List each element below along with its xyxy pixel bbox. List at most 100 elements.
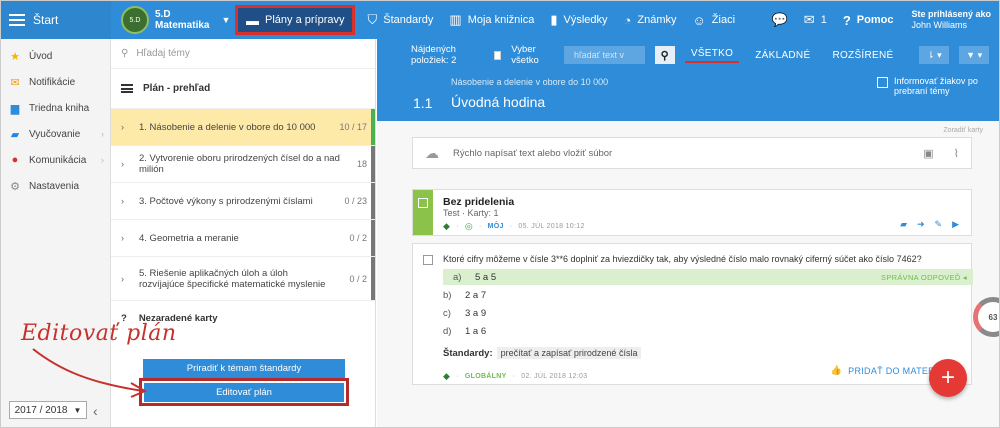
class-selector[interactable]: 5.D 5.D Matematika ▼ (121, 6, 231, 34)
topic-status-bar (371, 146, 375, 182)
annotation-arrow (32, 348, 148, 398)
class-avatar: 5.D (121, 6, 149, 34)
chevron-right-icon: › (121, 122, 124, 132)
topic-item[interactable]: › 4. Geometria a meranie 0 / 2 (111, 220, 375, 257)
topic-item[interactable]: › 5. Riešenie aplikačných úloh a úloh ro… (111, 257, 375, 301)
topic-count: 0 / 2 (349, 233, 367, 243)
topic-item[interactable]: › 2. Vytvorenie oboru prirodzených čísel… (111, 146, 375, 183)
inform-checkbox[interactable] (877, 77, 888, 88)
nav-standards-label: Štandardy (383, 14, 434, 26)
book-icon: ▆ (10, 102, 20, 115)
folder-icon[interactable]: ▰ (900, 219, 907, 230)
sidebar-item-label: Notifikácie (29, 76, 76, 88)
topic-name: 5. Riešenie aplikačných úloh a úloh rozv… (139, 267, 326, 290)
lesson-topic: Násobenie a delenie v obore do 10 000 (451, 77, 609, 87)
tag-icon: ◆ (443, 371, 451, 381)
collapse-sidebar-button[interactable]: ‹ (93, 403, 98, 419)
card-checkbox[interactable] (418, 198, 428, 208)
gear-icon: ⚙ (10, 180, 20, 193)
chevron-right-icon: › (101, 129, 104, 139)
chat-button[interactable]: 💬 (764, 1, 796, 39)
standards-row: Štandardy: prečítať a zapísať prirodzené… (443, 347, 642, 359)
list-icon (121, 84, 133, 93)
nav-plans[interactable]: ▬ Plány a prípravy (235, 5, 356, 35)
assign-icon[interactable]: ➜ (917, 219, 925, 230)
sort-icon: ⇂ ▾ (927, 49, 942, 60)
topic-item[interactable]: › 3. Počtové výkony s prirodzenými čísla… (111, 183, 375, 220)
inform-students-toggle[interactable]: Informovať žiakov po prebraní témy (877, 76, 978, 96)
card-scope: GLOBÁLNY (464, 373, 507, 380)
nav-grades[interactable]: ◔ Známky (616, 1, 685, 39)
select-all-checkbox[interactable] (493, 50, 502, 60)
paperclip-icon[interactable]: ⌇ (954, 147, 959, 160)
edit-plan-button[interactable]: Editovať plán (144, 382, 344, 402)
globe-icon: ◎ (464, 221, 474, 231)
play-icon[interactable]: ▶ (952, 219, 959, 230)
sidebar-item-classbook[interactable]: ▆ Triedna kniha (1, 95, 110, 121)
card-body: Bez pridelenia Test · Karty: 1 ◆ · ◎ · M… (433, 190, 971, 235)
star-icon: ★ (10, 50, 20, 63)
tab-basic[interactable]: ZÁKLADNÉ (749, 50, 816, 61)
progress-ring[interactable]: 63 (973, 297, 999, 337)
nav-library[interactable]: ▥ Moja knižnica (441, 1, 542, 39)
assign-standards-button[interactable]: Priradiť k témam štandardy (143, 359, 345, 378)
school-year-select[interactable]: 2017 / 2018 ▼ (9, 401, 87, 419)
lesson-title: Úvodná hodina (451, 94, 546, 110)
test-card[interactable]: Bez pridelenia Test · Karty: 1 ◆ · ◎ · M… (412, 189, 972, 236)
topic-count: 10 / 17 (339, 122, 367, 132)
sort-cards-hint: Zoradiť karty (943, 127, 983, 134)
card-actions: ▰ ➜ ✎ ▶ (900, 219, 959, 230)
nav-standards[interactable]: ⛉ Štandardy (359, 1, 441, 39)
filter-button[interactable]: ▼ ▾ (959, 46, 990, 64)
sidebar-item-home[interactable]: ★ Úvod (1, 43, 110, 69)
pencil-icon[interactable]: ✎ (935, 219, 943, 230)
search-icon[interactable]: ⚲ (654, 46, 675, 64)
found-count: Nájdených položiek: 2 (411, 44, 457, 66)
start-button[interactable]: Štart (1, 1, 111, 39)
user-menu[interactable]: Ste prihlásený ako John Williams (901, 9, 999, 31)
card-owner: MÔJ (487, 223, 504, 230)
edit-plan-highlight: Editovať plán (139, 378, 349, 406)
sort-button[interactable]: ⇂ ▾ (919, 46, 950, 64)
topic-status-bar (371, 257, 375, 300)
filter-search-placeholder: hľadať text v (574, 50, 625, 60)
question-card[interactable]: Ktoré cifry môžeme v čísle 3**6 doplniť … (412, 243, 973, 385)
topic-item[interactable]: › 1. Násobenie a delenie v obore do 10 0… (111, 109, 375, 146)
sidebar-item-label: Komunikácia (29, 154, 87, 166)
calendar-icon: ▬ (246, 12, 259, 28)
quick-write-input[interactable]: ☁ Rýchlo napísať text alebo vložiť súbor… (412, 137, 972, 169)
sidebar-item-communication[interactable]: ● Komunikácia › (1, 147, 110, 173)
card-footer: ◆ · GLOBÁLNY · 02. JÚL 2018 12:03 (443, 371, 587, 382)
mail-icon: ✉ (803, 12, 815, 27)
user-label: Ste prihlásený ako (911, 9, 991, 19)
sidebar-item-settings[interactable]: ⚙ Nastavenia (1, 173, 110, 199)
question-checkbox[interactable] (423, 255, 433, 265)
funnel-icon: ▼ ▾ (966, 49, 983, 60)
nav-students[interactable]: ☺ Žiaci (685, 1, 744, 39)
answer-text: 5 a 5 (475, 271, 497, 283)
add-fab-button[interactable]: + (929, 359, 967, 397)
topic-name: 3. Počtové výkony s prirodzenými číslami (139, 195, 313, 207)
answer-letter: d) (443, 325, 452, 337)
nav-results[interactable]: ▮ Výsledky (542, 1, 615, 39)
sidebar-item-teaching[interactable]: ▰ Vyučovanie › (1, 121, 110, 147)
image-icon[interactable]: ▣ (923, 147, 933, 160)
thumbs-up-icon: 👍 (830, 365, 843, 375)
tab-extended[interactable]: ROZŠÍRENÉ (826, 50, 899, 61)
separator: · (512, 373, 516, 380)
bar-chart-icon: ▮ (550, 12, 558, 27)
messages-button[interactable]: ✉ 1 (796, 1, 835, 39)
correct-answer-text: SPRÁVNA ODPOVEĎ (881, 272, 961, 282)
help-button[interactable]: ? Pomoc (835, 1, 902, 39)
separator: · (456, 223, 459, 230)
help-label: Pomoc (856, 14, 894, 26)
hamburger-icon (9, 14, 25, 26)
grades-icon: ◔ (623, 12, 632, 28)
select-all-label: Vyber všetko (511, 44, 539, 66)
students-icon: ☺ (692, 12, 706, 28)
tab-all[interactable]: VŠETKO (684, 48, 740, 63)
topic-search[interactable]: ⚲ Hľadaj témy (111, 39, 375, 69)
sidebar-item-notifications[interactable]: ✉ Notifikácie (1, 69, 110, 95)
quick-write-placeholder: Rýchlo napísať text alebo vložiť súbor (453, 147, 613, 159)
filter-search-input[interactable]: hľadať text v (564, 46, 645, 64)
